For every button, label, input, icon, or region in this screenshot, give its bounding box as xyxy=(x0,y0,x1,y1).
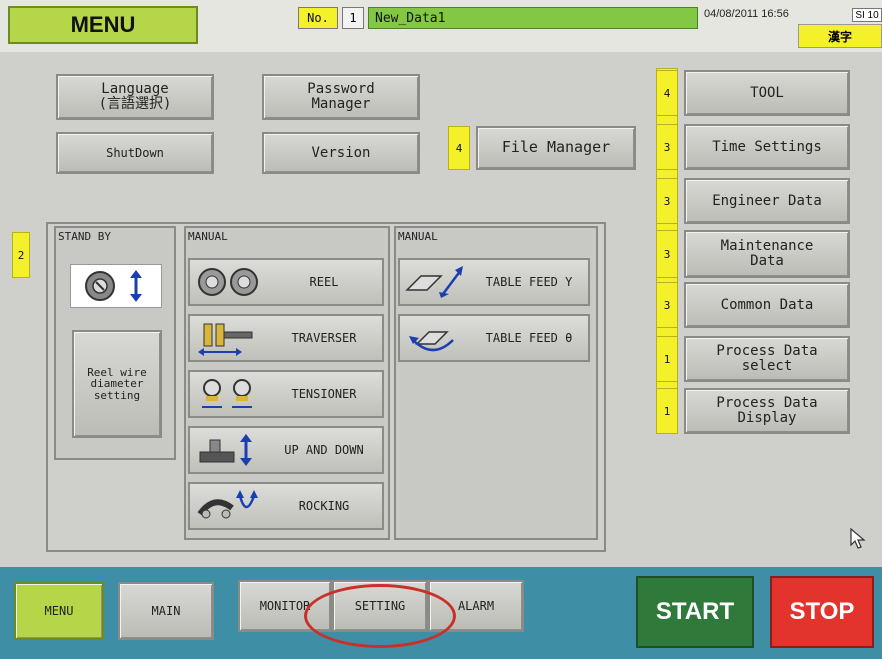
right-button-badge: 3 xyxy=(656,124,678,170)
version-button[interactable]: Version xyxy=(262,132,420,174)
reel-icon xyxy=(190,260,266,304)
table-feed-theta-icon xyxy=(400,316,470,360)
start-button[interactable]: START xyxy=(636,576,754,648)
standby-badge: 2 xyxy=(12,232,30,278)
rocking-icon xyxy=(190,484,266,528)
footer-setting-button[interactable]: SETTING xyxy=(332,580,428,632)
tensioner-icon xyxy=(190,372,266,416)
time-settings-button[interactable]: Time Settings xyxy=(684,124,850,170)
tool-button[interactable]: TOOL xyxy=(684,70,850,116)
process-data-select-button[interactable]: Process Data select xyxy=(684,336,850,382)
reel-label: REEL xyxy=(309,275,339,289)
language-button[interactable]: Language (言語選択) xyxy=(56,74,214,120)
up-and-down-button[interactable]: UP AND DOWN xyxy=(188,426,384,474)
footer-monitor-button[interactable]: MONITOR xyxy=(238,580,332,632)
data-name-field[interactable]: New_Data1 xyxy=(368,7,698,29)
traverser-button[interactable]: TRAVERSER xyxy=(188,314,384,362)
traverser-label: TRAVERSER xyxy=(291,331,357,345)
table-feed-y-button[interactable]: TABLE FEED Y xyxy=(398,258,590,306)
standby-reel-icon[interactable] xyxy=(70,264,162,308)
right-button-badge: 3 xyxy=(656,282,678,328)
table-feed-theta-button[interactable]: TABLE FEED θ xyxy=(398,314,590,362)
standby-title: STAND BY xyxy=(58,230,111,243)
common-data-button[interactable]: Common Data xyxy=(684,282,850,328)
up-and-down-label: UP AND DOWN xyxy=(284,443,364,457)
rocking-label: ROCKING xyxy=(298,499,350,513)
engineer-data-button[interactable]: Engineer Data xyxy=(684,178,850,224)
data-number-value: 1 xyxy=(342,7,364,29)
file-manager-button[interactable]: File Manager xyxy=(476,126,636,170)
maintenance-data-button[interactable]: Maintenance Data xyxy=(684,230,850,278)
reel-button[interactable]: REEL xyxy=(188,258,384,306)
table-feed-y-label: TABLE FEED Y xyxy=(485,275,573,289)
shutdown-button[interactable]: ShutDown xyxy=(56,132,214,174)
manual-2-title: MANUAL xyxy=(398,230,438,243)
reel-wire-diameter-button[interactable]: Reel wire diameter setting xyxy=(72,330,162,438)
footer-main-button[interactable]: MAIN xyxy=(118,582,214,640)
table-feed-y-icon xyxy=(400,260,470,304)
up-down-icon xyxy=(190,428,266,472)
right-button-badge: 1 xyxy=(656,388,678,434)
manual-1-title: MANUAL xyxy=(188,230,228,243)
tensioner-label: TENSIONER xyxy=(291,387,357,401)
si-badge: SI 10 xyxy=(852,8,882,22)
rocking-button[interactable]: ROCKING xyxy=(188,482,384,530)
process-data-display-button[interactable]: Process Data Display xyxy=(684,388,850,434)
traverser-icon xyxy=(190,316,266,360)
datetime-display: 04/08/2011 16:56 xyxy=(704,8,789,20)
table-feed-theta-label: TABLE FEED θ xyxy=(485,331,573,345)
page-title: MENU xyxy=(8,6,198,44)
right-button-badge: 3 xyxy=(656,178,678,224)
stop-button[interactable]: STOP xyxy=(770,576,874,648)
mouse-cursor-icon xyxy=(850,527,866,554)
kanji-toggle-button[interactable]: 漢字 xyxy=(798,24,882,48)
file-manager-badge: 4 xyxy=(448,126,470,170)
password-manager-button[interactable]: Password Manager xyxy=(262,74,420,120)
tensioner-button[interactable]: TENSIONER xyxy=(188,370,384,418)
right-button-badge: 3 xyxy=(656,230,678,278)
right-button-badge: 4 xyxy=(656,70,678,116)
footer-menu-button[interactable]: MENU xyxy=(14,582,104,640)
footer-alarm-button[interactable]: ALARM xyxy=(428,580,524,632)
data-number-label: No. xyxy=(298,7,338,29)
right-button-badge: 1 xyxy=(656,336,678,382)
